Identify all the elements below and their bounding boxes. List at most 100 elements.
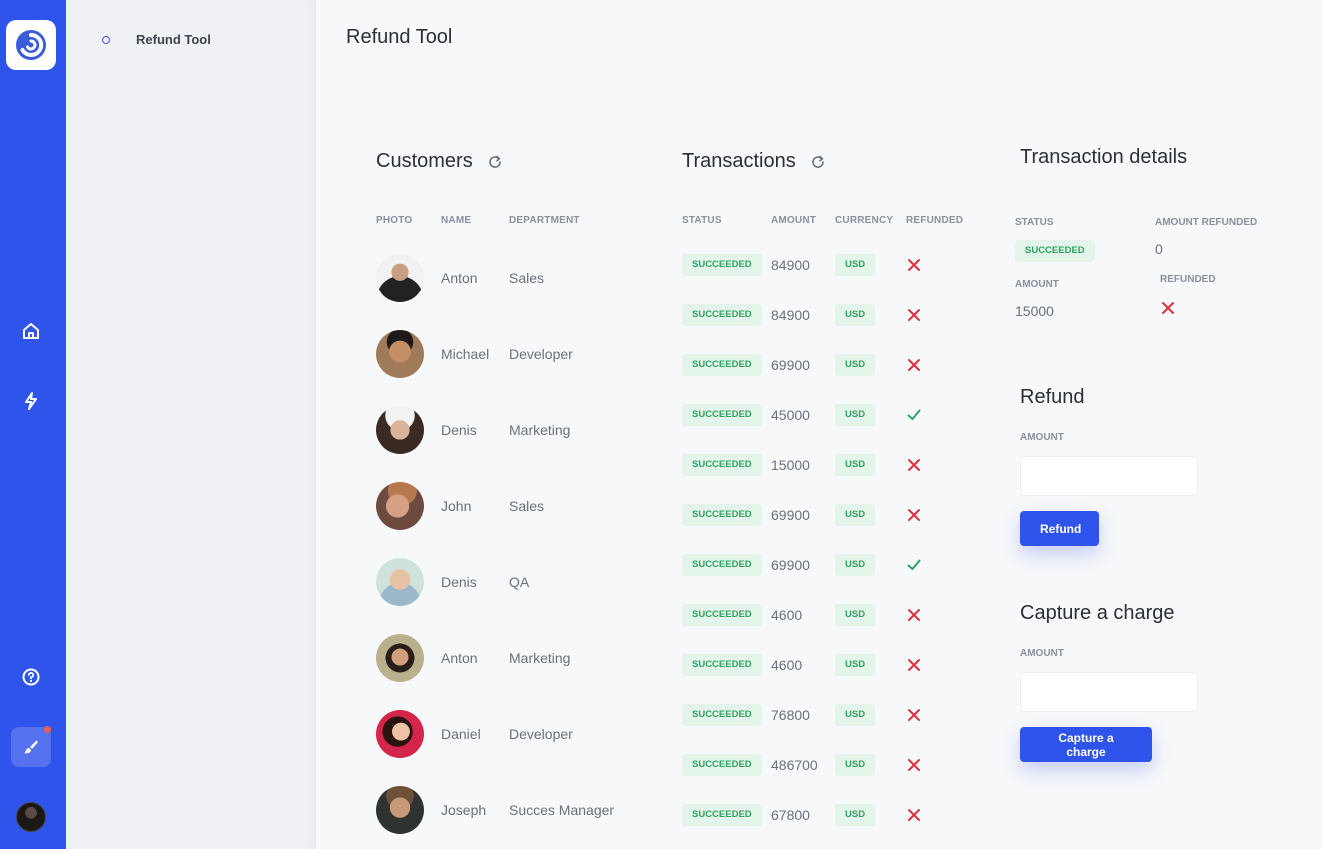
customer-photo xyxy=(376,482,424,530)
logo-icon[interactable] xyxy=(6,20,56,70)
customer-row[interactable]: John Sales xyxy=(376,482,666,530)
transaction-row[interactable]: SUCCEEDED 69900 USD xyxy=(682,504,982,526)
transactions-title: Transactions xyxy=(682,150,796,172)
page-title: Refund Tool xyxy=(346,26,453,48)
customers-title: Customers xyxy=(376,150,473,172)
customer-name: Anton xyxy=(441,270,478,286)
transaction-amount: 76800 xyxy=(771,707,810,723)
customer-department: Marketing xyxy=(509,650,571,666)
customer-department: Succes Manager xyxy=(509,802,615,818)
close-icon xyxy=(907,608,921,622)
customer-row[interactable]: Daniel Developer xyxy=(376,710,666,758)
customer-photo xyxy=(376,330,424,378)
transaction-amount: 4600 xyxy=(771,657,803,673)
customer-row[interactable]: Michael Developer xyxy=(376,330,666,378)
refresh-customers-icon[interactable] xyxy=(487,154,503,170)
home-icon[interactable] xyxy=(11,311,51,351)
subnav-item-refund-tool[interactable]: Refund Tool xyxy=(102,32,211,47)
customer-department: QA xyxy=(509,574,530,590)
customer-name: Daniel xyxy=(441,726,481,742)
customer-row[interactable]: Denis Marketing xyxy=(376,406,666,454)
customer-row[interactable]: Denis QA xyxy=(376,558,666,606)
status-badge: SUCCEEDED xyxy=(682,304,762,326)
brush-icon[interactable] xyxy=(11,726,51,767)
status-badge: SUCCEEDED xyxy=(682,454,762,476)
transaction-row[interactable]: SUCCEEDED 486700 USD xyxy=(682,754,982,776)
transaction-amount: 69900 xyxy=(771,557,810,573)
status-badge: SUCCEEDED xyxy=(682,704,762,726)
transaction-row[interactable]: SUCCEEDED 67800 USD xyxy=(682,804,982,826)
close-icon xyxy=(1161,301,1175,320)
transaction-amount: 69900 xyxy=(771,357,810,373)
refund-amount-input[interactable] xyxy=(1020,456,1198,496)
details-status-label: STATUS xyxy=(1015,217,1054,228)
customer-name: Anton xyxy=(441,650,478,666)
customers-header: Customers xyxy=(376,150,503,173)
avatar[interactable] xyxy=(16,802,46,832)
customer-photo xyxy=(376,710,424,758)
customer-photo xyxy=(376,254,424,302)
customer-row[interactable]: Joseph Succes Manager xyxy=(376,786,666,834)
status-badge: SUCCEEDED xyxy=(682,254,762,276)
transaction-amount: 4600 xyxy=(771,607,803,623)
status-badge: SUCCEEDED xyxy=(682,754,762,776)
transaction-amount: 69900 xyxy=(771,507,810,523)
customer-department: Marketing xyxy=(509,422,571,438)
help-icon[interactable] xyxy=(11,657,51,697)
transaction-row[interactable]: SUCCEEDED 15000 USD xyxy=(682,454,982,476)
customer-department: Developer xyxy=(509,346,573,362)
currency-badge: USD xyxy=(835,454,876,476)
capture-charge-button[interactable]: Capture a charge xyxy=(1020,727,1152,762)
status-badge: SUCCEEDED xyxy=(682,604,762,626)
status-badge: SUCCEEDED xyxy=(682,354,762,376)
column-header-amount: AMOUNT xyxy=(771,215,817,226)
close-icon xyxy=(907,758,921,772)
customer-name: Denis xyxy=(441,574,477,590)
bolt-icon[interactable] xyxy=(11,381,51,421)
close-icon xyxy=(907,808,921,822)
status-badge: SUCCEEDED xyxy=(682,504,762,526)
status-badge: SUCCEEDED xyxy=(682,404,762,426)
transaction-row[interactable]: SUCCEEDED 84900 USD xyxy=(682,304,982,326)
status-badge: SUCCEEDED xyxy=(682,804,762,826)
close-icon xyxy=(907,508,921,522)
circle-icon xyxy=(102,35,110,44)
column-header-name: NAME xyxy=(441,215,472,226)
details-amount-label: AMOUNT xyxy=(1015,279,1059,290)
close-icon xyxy=(907,708,921,722)
currency-badge: USD xyxy=(835,554,876,576)
close-icon xyxy=(907,358,921,372)
currency-badge: USD xyxy=(835,604,876,626)
transaction-amount: 486700 xyxy=(771,757,818,773)
currency-badge: USD xyxy=(835,404,876,426)
transaction-row[interactable]: SUCCEEDED 4600 USD xyxy=(682,604,982,626)
currency-badge: USD xyxy=(835,754,876,776)
transaction-row[interactable]: SUCCEEDED 69900 USD xyxy=(682,554,982,576)
column-header-photo: PHOTO xyxy=(376,215,413,226)
check-icon xyxy=(907,558,921,572)
sub-nav: Refund Tool xyxy=(66,0,316,849)
transaction-amount: 45000 xyxy=(771,407,810,423)
transaction-amount: 84900 xyxy=(771,307,810,323)
currency-badge: USD xyxy=(835,304,876,326)
transaction-row[interactable]: SUCCEEDED 76800 USD xyxy=(682,704,982,726)
transactions-header: Transactions xyxy=(682,150,826,173)
close-icon xyxy=(907,458,921,472)
refund-button[interactable]: Refund xyxy=(1020,511,1099,546)
customer-photo xyxy=(376,558,424,606)
customer-row[interactable]: Anton Marketing xyxy=(376,634,666,682)
customer-name: Joseph xyxy=(441,802,487,818)
check-icon xyxy=(907,408,921,422)
customer-photo xyxy=(376,406,424,454)
customer-row[interactable]: Anton Sales xyxy=(376,254,666,302)
transaction-row[interactable]: SUCCEEDED 69900 USD xyxy=(682,354,982,376)
transaction-row[interactable]: SUCCEEDED 84900 USD xyxy=(682,254,982,276)
currency-badge: USD xyxy=(835,654,876,676)
column-header-currency: CURRENCY xyxy=(835,215,894,226)
transaction-row[interactable]: SUCCEEDED 4600 USD xyxy=(682,654,982,676)
capture-amount-input[interactable] xyxy=(1020,672,1198,712)
refresh-transactions-icon[interactable] xyxy=(810,154,826,170)
customer-department: Developer xyxy=(509,726,573,742)
transaction-row[interactable]: SUCCEEDED 45000 USD xyxy=(682,404,982,426)
notification-dot xyxy=(44,726,51,733)
